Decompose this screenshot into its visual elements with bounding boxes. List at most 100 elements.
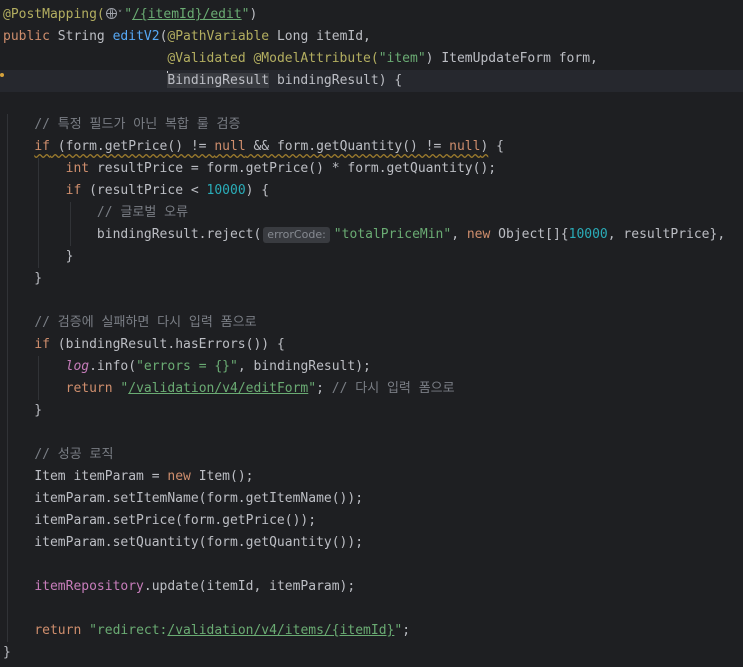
code-line[interactable]: log.info("errors = {}", bindingResult); bbox=[3, 356, 371, 378]
code-line[interactable]: BindingResult bindingResult) { bbox=[3, 70, 402, 92]
code-token: if bbox=[34, 337, 58, 352]
code-token: resultPrice = form.getPrice() * form.get… bbox=[96, 161, 497, 176]
code-token: .info( bbox=[89, 359, 137, 374]
code-token: new bbox=[167, 469, 199, 484]
code-line[interactable]: // 검증에 실패하면 다시 입력 폼으로 bbox=[3, 312, 257, 334]
code-line[interactable]: @PostMapping(˅ "/{itemId}/edit") bbox=[3, 4, 257, 26]
code-token: null bbox=[214, 139, 246, 154]
code-token: Item(); bbox=[198, 469, 254, 484]
code-token: BindingResult bbox=[167, 73, 270, 88]
code-line[interactable]: int resultPrice = form.getPrice() * form… bbox=[3, 158, 496, 180]
code-token: if bbox=[65, 183, 90, 198]
code-line[interactable]: } bbox=[3, 246, 74, 268]
code-token: (resultPrice < bbox=[89, 183, 207, 198]
code-token: 10000 bbox=[568, 227, 608, 242]
chevron-down-icon[interactable]: ˅ bbox=[118, 4, 123, 26]
code-token: log bbox=[65, 359, 90, 374]
code-token: // 특정 필드가 아닌 복합 룰 검증 bbox=[34, 117, 241, 132]
code-token: null bbox=[449, 139, 481, 154]
code-line[interactable]: public String editV2(@PathVariable Long … bbox=[3, 26, 371, 48]
parameter-hint: errorCode: bbox=[263, 227, 330, 243]
code-token: @PathVariable bbox=[167, 29, 277, 44]
code-token: bindingResult.reject( bbox=[96, 227, 262, 242]
code-line[interactable]: bindingResult.reject(errorCode: "totalPri… bbox=[3, 224, 733, 246]
code-line[interactable]: } bbox=[3, 400, 42, 422]
code-token: // 글로벌 오류 bbox=[96, 205, 189, 220]
code-token: bindingResult) { bbox=[269, 73, 403, 88]
code-token: "item" bbox=[378, 51, 426, 66]
code-token: Long itemId, bbox=[276, 29, 371, 44]
code-token: { bbox=[488, 139, 504, 154]
code-editor[interactable]: @PostMapping(˅ "/{itemId}/edit") public St… bbox=[0, 0, 743, 667]
code-token: .update(itemId, itemParam); bbox=[143, 579, 356, 594]
code-line[interactable]: itemParam.setPrice(form.getPrice()); bbox=[3, 510, 316, 532]
code-token: // 성공 로직 bbox=[34, 447, 114, 462]
code-token: int bbox=[65, 161, 97, 176]
code-token: , bindingResult); bbox=[237, 359, 371, 374]
code-line[interactable]: if (resultPrice < 10000) { bbox=[3, 180, 270, 202]
code-token: "redirect: bbox=[89, 623, 168, 638]
code-line[interactable]: return "redirect:/validation/v4/items/{i… bbox=[3, 620, 410, 642]
code-token: // 다시 입력 폼으로 bbox=[331, 381, 455, 396]
code-token: @PostMapping( bbox=[3, 7, 105, 22]
globe-icon[interactable] bbox=[105, 8, 117, 19]
code-token[interactable]: /validation/v4/items/{itemId} bbox=[167, 623, 394, 638]
code-line[interactable]: Item itemParam = new Item(); bbox=[3, 466, 253, 488]
code-token: if bbox=[34, 139, 50, 154]
code-token: " bbox=[308, 381, 317, 396]
code-line[interactable]: } bbox=[3, 268, 42, 290]
code-token: (form.getPrice() != bbox=[49, 139, 215, 154]
code-token: " bbox=[124, 7, 133, 22]
code-line[interactable]: // 성공 로직 bbox=[3, 444, 113, 466]
code-line[interactable]: if (bindingResult.hasErrors()) { bbox=[3, 334, 285, 356]
code-token: itemParam.setItemName(form.getItemName()… bbox=[3, 491, 364, 506]
code-line[interactable]: // 특정 필드가 아닌 복합 룰 검증 bbox=[3, 114, 240, 136]
code-token: Object[]{ bbox=[498, 227, 569, 242]
code-token[interactable]: /{itemId}/edit bbox=[132, 7, 242, 22]
code-line[interactable]: @Validated @ModelAttribute("item") ItemU… bbox=[3, 48, 598, 70]
code-token: String bbox=[57, 29, 113, 44]
code-line[interactable]: return "/validation/v4/editForm"; // 다시 … bbox=[3, 378, 455, 400]
code-token: itemRepository bbox=[34, 579, 144, 594]
code-token: @Validated @ModelAttribute( bbox=[167, 51, 379, 66]
code-token[interactable]: /validation/v4/editForm bbox=[128, 381, 308, 396]
code-line[interactable]: itemParam.setQuantity(form.getQuantity()… bbox=[3, 532, 363, 554]
code-token: 10000 bbox=[206, 183, 246, 198]
code-token: && form.getQuantity() != bbox=[245, 139, 450, 154]
code-token: "errors = {}" bbox=[136, 359, 238, 374]
code-line[interactable]: // 글로벌 오류 bbox=[3, 202, 188, 224]
code-token: , resultPrice}, bbox=[607, 227, 733, 242]
code-token: "totalPriceMin" bbox=[333, 227, 452, 242]
code-token: (bindingResult.hasErrors()) { bbox=[57, 337, 285, 352]
code-token: editV2 bbox=[112, 29, 160, 44]
code-token: Item itemParam = bbox=[34, 469, 168, 484]
code-token: } bbox=[3, 249, 74, 264]
code-line[interactable]: itemParam.setItemName(form.getItemName()… bbox=[3, 488, 363, 510]
code-token: ; bbox=[402, 623, 411, 638]
code-line[interactable]: if (form.getPrice() != null && form.getQ… bbox=[3, 136, 504, 158]
code-line[interactable]: itemRepository.update(itemId, itemParam)… bbox=[3, 576, 355, 598]
code-token: ) ItemUpdateForm form, bbox=[425, 51, 598, 66]
code-token: itemParam.setQuantity(form.getQuantity()… bbox=[3, 535, 364, 550]
code-token: , bbox=[451, 227, 467, 242]
code-token: return bbox=[34, 623, 90, 638]
code-token: // 검증에 실패하면 다시 입력 폼으로 bbox=[34, 315, 257, 330]
code-token: } bbox=[3, 271, 43, 286]
code-token: return bbox=[65, 381, 121, 396]
code-line[interactable]: } bbox=[3, 642, 11, 664]
